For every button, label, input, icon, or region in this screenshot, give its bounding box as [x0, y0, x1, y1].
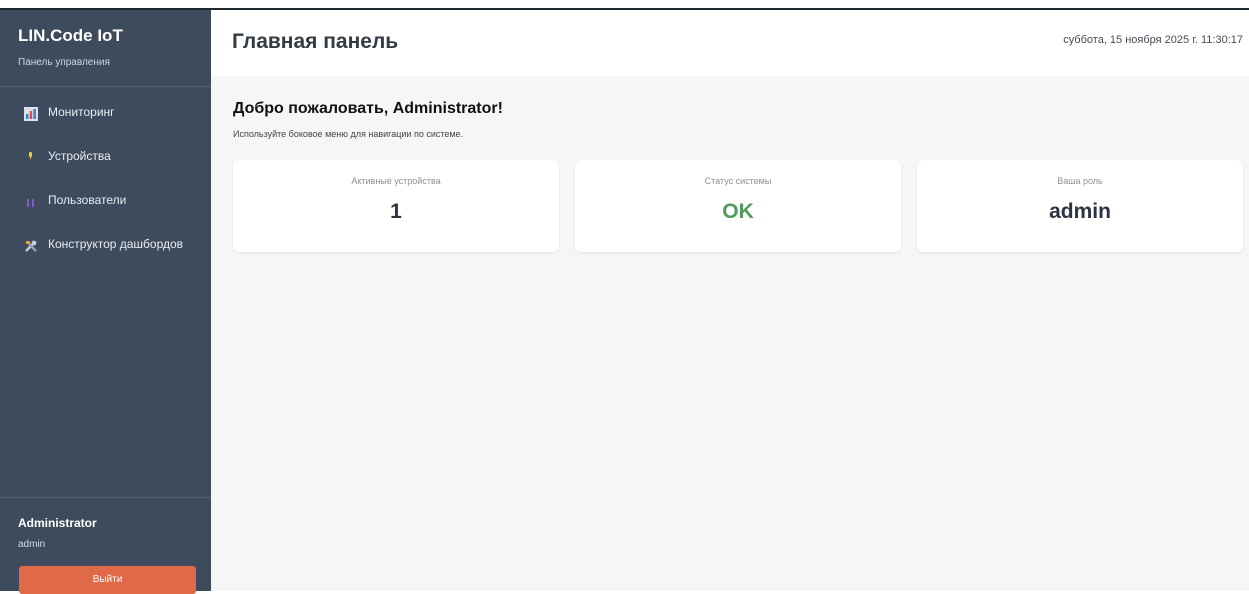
device-icon	[29, 152, 32, 159]
card-active-devices: Активные устройства 1	[233, 160, 559, 252]
card-value: 1	[390, 200, 402, 223]
brand-subtitle: Панель управления	[18, 57, 110, 68]
card-value: admin	[1049, 200, 1111, 223]
sidebar-item-label: Мониторинг	[48, 105, 115, 119]
sidebar-item-label: Пользователи	[48, 193, 127, 207]
user-role: admin	[18, 539, 46, 550]
chart-icon	[24, 107, 38, 121]
user-panel: Administrator admin Выйти	[0, 497, 211, 594]
sidebar-item-label: Конструктор дашбордов	[48, 237, 184, 251]
card-label: Статус системы	[704, 176, 772, 186]
user-name: Administrator	[18, 516, 97, 530]
sidebar-item-monitoring[interactable]: Мониторинг	[0, 94, 211, 134]
card-system-status: Статус системы OK	[575, 160, 901, 252]
card-user-role: Ваша роль admin	[917, 160, 1243, 252]
datetime: суббота, 15 ноября 2025 г. 11:30:17	[1063, 34, 1243, 46]
page-title: Главная панель	[232, 30, 399, 53]
brand: LIN.Code IoT Панель управления	[0, 10, 211, 87]
users-icon	[27, 199, 34, 207]
sidebar-item-devices[interactable]: Устройства	[0, 138, 211, 178]
tools-icon	[25, 240, 37, 252]
brand-title: LIN.Code IoT	[18, 26, 123, 45]
card-label: Активные устройства	[351, 176, 441, 186]
logout-button[interactable]: Выйти	[19, 566, 196, 594]
main-content: Главная панель суббота, 15 ноября 2025 г…	[211, 10, 1249, 591]
card-label: Ваша роль	[1057, 176, 1103, 186]
sidebar-item-users[interactable]: Пользователи	[0, 182, 211, 222]
sidebar-item-label: Устройства	[48, 149, 111, 163]
welcome-heading: Добро пожаловать, Administrator!	[233, 100, 503, 117]
sidebar: LIN.Code IoT Панель управления Мониторин…	[0, 10, 211, 594]
status-value: OK	[722, 200, 754, 223]
sidebar-item-dashboard-builder[interactable]: Конструктор дашбордов	[0, 226, 211, 266]
welcome-hint: Используйте боковое меню для навигации п…	[233, 129, 464, 139]
header: Главная панель суббота, 15 ноября 2025 г…	[211, 10, 1249, 76]
